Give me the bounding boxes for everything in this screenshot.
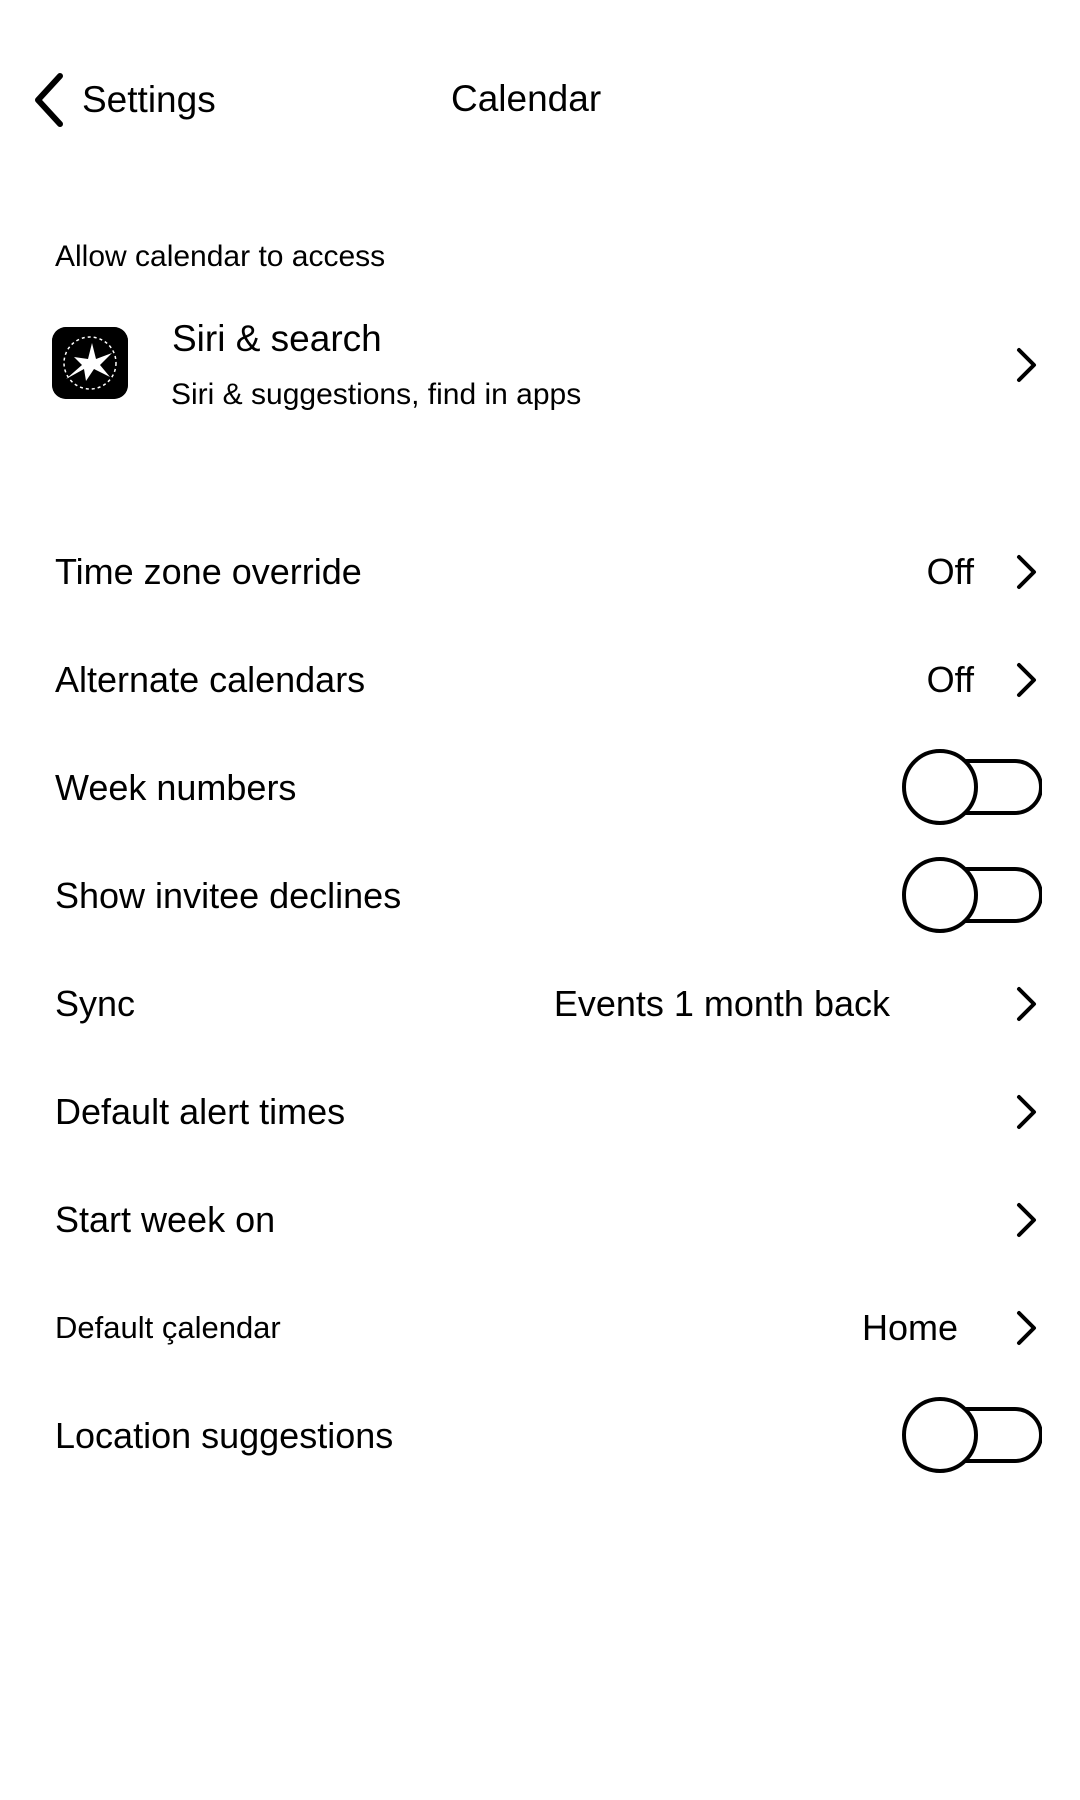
siri-app-icon — [52, 327, 128, 399]
chevron-right-icon — [1012, 552, 1040, 592]
chevron-right-icon — [1012, 660, 1040, 700]
alternate-calendars-value: Off — [926, 659, 974, 700]
back-button-label: Settings — [82, 79, 216, 120]
page-title: Calendar — [451, 78, 602, 119]
time-zone-override-row[interactable]: Time zone override Off — [0, 518, 1080, 626]
show-invitee-declines-label: Show invitee declines — [55, 875, 402, 916]
chevron-right-icon — [1012, 984, 1040, 1024]
navigation-bar: Settings Calendar — [0, 0, 1080, 200]
default-calendar-label: Default çalendar — [55, 1310, 281, 1345]
sync-value: Events 1 month back — [553, 983, 890, 1024]
siri-search-title: Siri & search — [172, 318, 382, 359]
siri-search-subtitle: Siri & suggestions, find in apps — [171, 378, 582, 411]
section-header-access: Allow calendar to access — [55, 240, 386, 273]
show-invitee-declines-toggle[interactable] — [900, 855, 1042, 937]
chevron-left-icon — [30, 70, 70, 130]
location-suggestions-toggle[interactable] — [900, 1395, 1042, 1477]
week-numbers-row: Week numbers — [0, 734, 1080, 842]
back-button[interactable]: Settings — [30, 70, 216, 130]
default-alert-times-label: Default alert times — [55, 1091, 346, 1132]
sync-label: Sync — [55, 983, 136, 1024]
start-week-on-row[interactable]: Start week on — [0, 1166, 1080, 1274]
location-suggestions-label: Location suggestions — [55, 1415, 394, 1456]
time-zone-override-value: Off — [926, 551, 974, 592]
location-suggestions-row: Location suggestions — [0, 1382, 1080, 1490]
chevron-right-icon — [1012, 1308, 1040, 1348]
default-calendar-value: Home — [861, 1307, 958, 1348]
siri-search-row[interactable]: Siri & search Siri & suggestions, find i… — [0, 300, 1080, 430]
show-invitee-declines-row: Show invitee declines — [0, 842, 1080, 950]
alternate-calendars-row[interactable]: Alternate calendars Off — [0, 626, 1080, 734]
chevron-right-icon — [1012, 345, 1040, 385]
start-week-on-label: Start week on — [55, 1199, 276, 1240]
week-numbers-toggle[interactable] — [900, 747, 1042, 829]
chevron-right-icon — [1012, 1092, 1040, 1132]
chevron-right-icon — [1012, 1200, 1040, 1240]
default-calendar-row[interactable]: Default çalendar Home — [0, 1274, 1080, 1382]
time-zone-override-label: Time zone override — [55, 551, 362, 592]
week-numbers-label: Week numbers — [55, 767, 297, 808]
alternate-calendars-label: Alternate calendars — [55, 659, 366, 700]
sync-row[interactable]: Sync Events 1 month back — [0, 950, 1080, 1058]
default-alert-times-row[interactable]: Default alert times — [0, 1058, 1080, 1166]
